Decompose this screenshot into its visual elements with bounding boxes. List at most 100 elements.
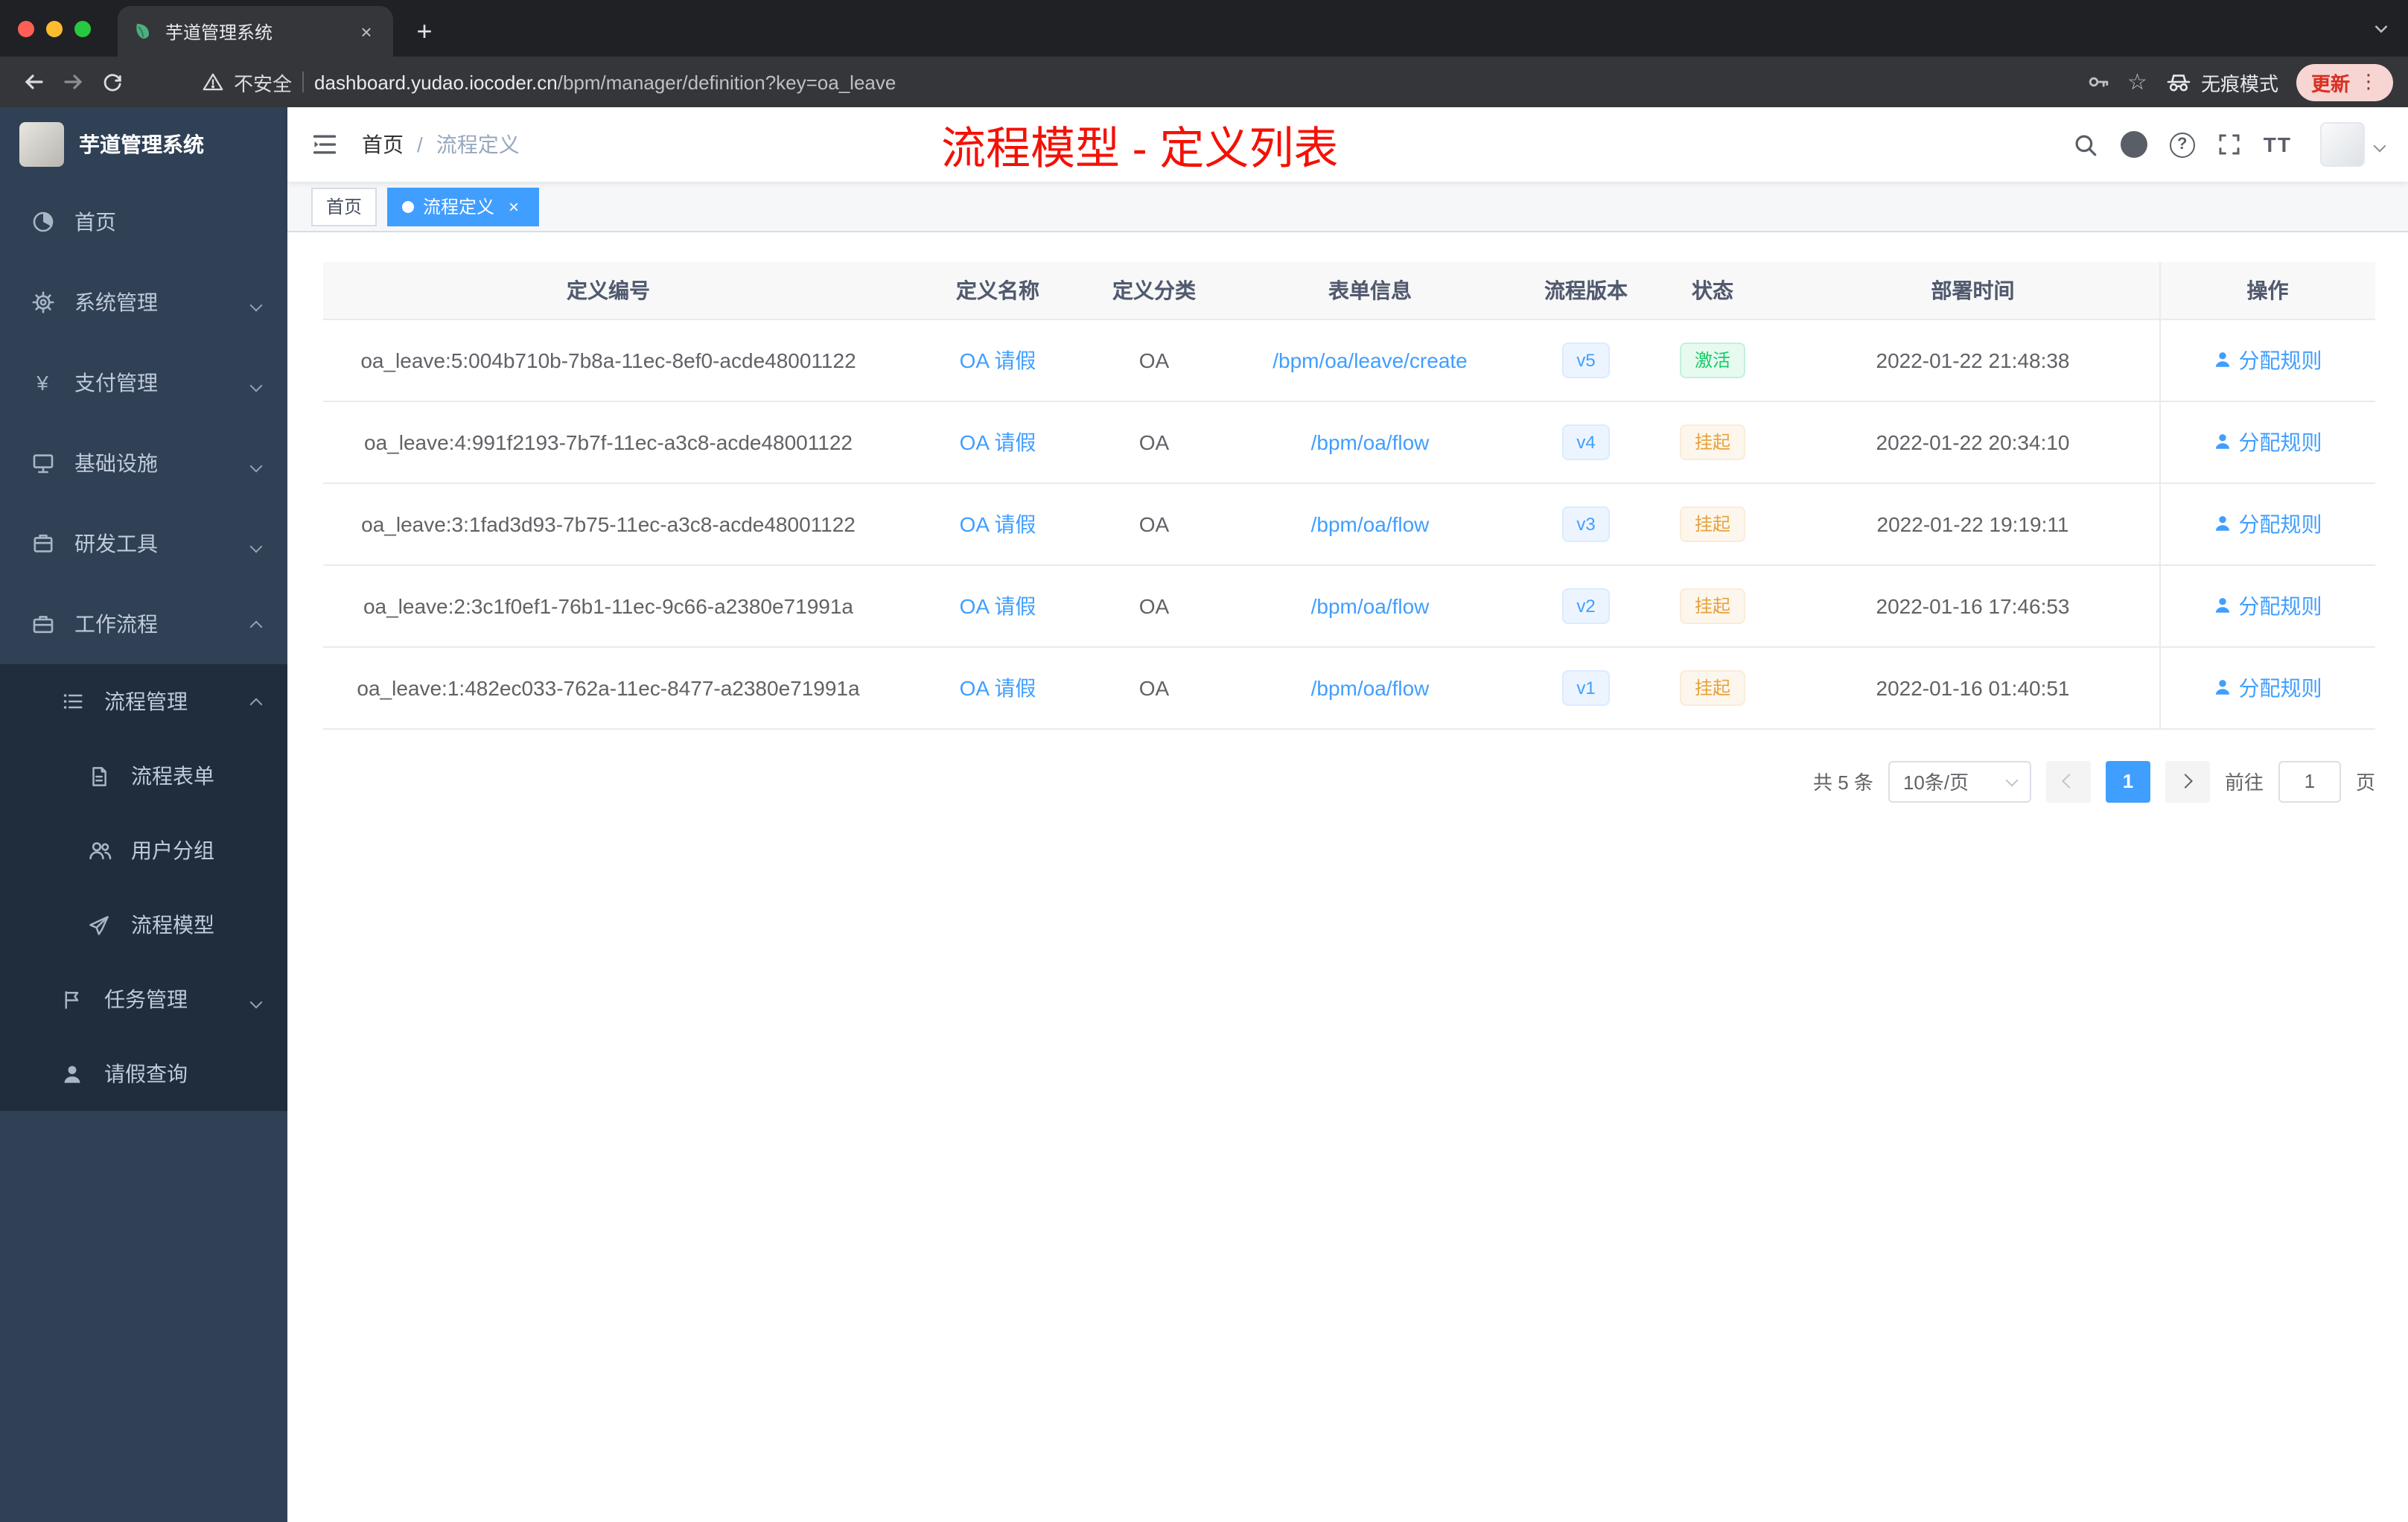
fullscreen-icon[interactable] <box>2217 133 2241 156</box>
cell-deploy-time: 2022-01-16 17:46:53 <box>1787 564 2159 647</box>
sidebar-menu: 首页 系统管理 ¥ 支付管理 基础设施 研发工具 工作流程 流程管理 流程表单 … <box>0 182 287 1111</box>
password-key-icon[interactable] <box>2086 70 2109 94</box>
tag-home[interactable]: 首页 <box>311 187 378 226</box>
sidebar-item-label: 流程模型 <box>131 913 214 937</box>
assign-rule-link[interactable]: 分配规则 <box>2214 590 2322 620</box>
form-link[interactable]: /bpm/oa/flow <box>1311 593 1430 617</box>
assign-rule-link[interactable]: 分配规则 <box>2214 509 2322 538</box>
users-icon <box>86 838 112 862</box>
browser-tab[interactable]: 芋道管理系统 × <box>118 6 393 57</box>
assign-rule-label: 分配规则 <box>2238 593 2322 617</box>
table-row: oa_leave:2:3c1f0ef1-76b1-11ec-9c66-a2380… <box>323 564 2375 647</box>
form-link[interactable]: /bpm/oa/flow <box>1311 512 1430 535</box>
address-bar[interactable]: 不安全 dashboard.yudao.iocoder.cn/bpm/manag… <box>203 68 2068 96</box>
sidebar-item-user-group[interactable]: 用户分组 <box>0 813 287 888</box>
col-definition-category: 定义分类 <box>1102 262 1206 319</box>
definition-name-link[interactable]: OA 请假 <box>960 430 1036 453</box>
sidebar-item-label: 用户分组 <box>131 838 214 862</box>
definition-table: 定义编号 定义名称 定义分类 表单信息 流程版本 状态 部署时间 操作 oa_l <box>323 262 2375 729</box>
search-icon[interactable] <box>2073 132 2098 157</box>
logo-avatar <box>19 122 64 167</box>
form-link[interactable]: /bpm/oa/leave/create <box>1273 348 1468 372</box>
tag-process-definition[interactable]: 流程定义 × <box>387 187 540 226</box>
paper-plane-icon <box>86 914 112 936</box>
screen: 芋道管理系统 × + 不安全 dashboard.yudao.iocoder.c… <box>0 0 2408 1522</box>
back-button[interactable] <box>15 63 54 101</box>
version-badge: v4 <box>1561 424 1611 459</box>
col-definition-id: 定义编号 <box>323 262 894 319</box>
sidebar-item-leave-query[interactable]: 请假查询 <box>0 1037 287 1111</box>
sidebar-item-task-management[interactable]: 任务管理 <box>0 962 287 1037</box>
sidebar: 芋道管理系统 首页 系统管理 ¥ 支付管理 基础设施 研发工具 工作流程 流程管… <box>0 107 287 1522</box>
window-close-button[interactable] <box>18 20 34 36</box>
security-label: 不安全 <box>234 72 293 95</box>
col-status: 状态 <box>1638 262 1787 319</box>
assign-rule-label: 分配规则 <box>2238 348 2322 372</box>
definition-name-link[interactable]: OA 请假 <box>960 675 1036 699</box>
cell-deploy-time: 2022-01-22 20:34:10 <box>1787 401 2159 483</box>
bookmark-star-icon[interactable]: ☆ <box>2127 71 2147 93</box>
sidebar-item-process-form[interactable]: 流程表单 <box>0 739 287 813</box>
assign-rule-link[interactable]: 分配规则 <box>2214 672 2322 702</box>
sidebar-item-process-management[interactable]: 流程管理 <box>0 664 287 739</box>
tab-title: 芋道管理系统 <box>165 22 273 42</box>
security-warning-icon <box>203 71 223 92</box>
sidebar-item-infrastructure[interactable]: 基础设施 <box>0 423 287 503</box>
prev-page-button[interactable] <box>2045 760 2091 802</box>
url-text: dashboard.yudao.iocoder.cn/bpm/manager/d… <box>314 71 896 93</box>
tag-close-icon[interactable]: × <box>503 196 524 217</box>
next-page-button[interactable] <box>2165 760 2210 802</box>
definition-name-link[interactable]: OA 请假 <box>960 512 1036 535</box>
sidebar-item-devtools[interactable]: 研发工具 <box>0 503 287 584</box>
definition-name-link[interactable]: OA 请假 <box>960 593 1036 617</box>
sidebar-item-label: 请假查询 <box>104 1062 188 1086</box>
tab-search-chevron-icon[interactable] <box>2372 19 2390 37</box>
form-link[interactable]: /bpm/oa/flow <box>1311 675 1430 699</box>
browser-toolbar: 不安全 dashboard.yudao.iocoder.cn/bpm/manag… <box>0 57 2408 107</box>
tab-close-icon[interactable]: × <box>354 19 378 43</box>
user-avatar[interactable] <box>2320 122 2365 167</box>
window-minimize-button[interactable] <box>46 20 63 36</box>
definition-name-link[interactable]: OA 请假 <box>960 348 1036 372</box>
assign-rule-link[interactable]: 分配规则 <box>2214 345 2322 375</box>
toolbox-icon <box>30 532 55 555</box>
version-badge: v3 <box>1561 506 1611 541</box>
sidebar-item-process-model[interactable]: 流程模型 <box>0 888 287 962</box>
active-dot <box>402 200 415 212</box>
sidebar-item-home[interactable]: 首页 <box>0 182 287 262</box>
window-zoom-button[interactable] <box>74 20 91 36</box>
forward-button[interactable] <box>54 63 92 101</box>
assign-rule-link[interactable]: 分配规则 <box>2214 427 2322 456</box>
caret-down-icon <box>2373 131 2386 158</box>
breadcrumb-home[interactable]: 首页 <box>362 130 404 159</box>
sidebar-item-payment[interactable]: ¥ 支付管理 <box>0 343 287 423</box>
status-badge: 激活 <box>1679 342 1745 378</box>
help-icon[interactable]: ? <box>2169 132 2195 157</box>
sidebar-item-workflow[interactable]: 工作流程 <box>0 584 287 664</box>
browser-menu-icon[interactable]: ⋮ <box>2359 70 2378 94</box>
form-link[interactable]: /bpm/oa/flow <box>1311 430 1430 453</box>
github-icon[interactable] <box>2120 131 2147 158</box>
breadcrumb-separator: / <box>417 133 423 156</box>
annotation-title: 流程模型 - 定义列表 <box>941 125 1339 174</box>
chevron-down-icon <box>249 371 263 395</box>
tag-label: 首页 <box>326 197 363 217</box>
window-controls <box>0 0 109 57</box>
col-operation: 操作 <box>2159 262 2375 319</box>
col-definition-name: 定义名称 <box>894 262 1102 319</box>
page-size-select[interactable]: 10条/页 <box>1888 760 2031 802</box>
goto-page-input[interactable] <box>2278 760 2341 802</box>
chrome-update-button[interactable]: 更新 ⋮ <box>2296 63 2393 101</box>
user-menu[interactable] <box>2320 122 2386 167</box>
sidebar-collapse-icon[interactable] <box>311 131 338 158</box>
sidebar-item-label: 系统管理 <box>74 290 158 314</box>
cell-definition-id: oa_leave:1:482ec033-762a-11ec-8477-a2380… <box>323 646 894 729</box>
sidebar-logo[interactable]: 芋道管理系统 <box>0 107 287 182</box>
page-unit-label: 页 <box>2355 771 2375 794</box>
reload-button[interactable] <box>92 63 131 101</box>
tags-view: 首页 流程定义 × <box>287 182 2408 232</box>
new-tab-button[interactable]: + <box>405 12 444 51</box>
font-size-icon[interactable]: TT <box>2264 133 2292 156</box>
sidebar-item-system[interactable]: 系统管理 <box>0 262 287 343</box>
page-1-button[interactable]: 1 <box>2105 760 2150 802</box>
